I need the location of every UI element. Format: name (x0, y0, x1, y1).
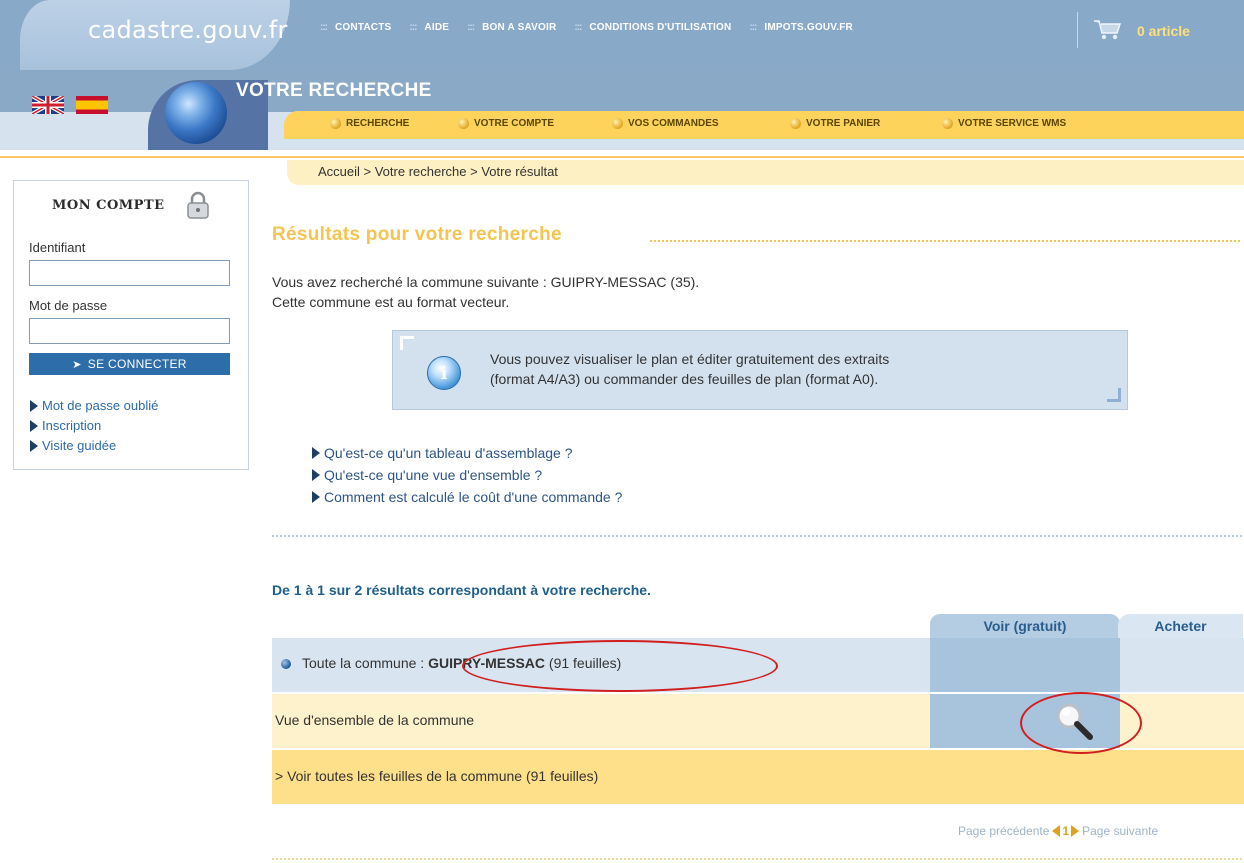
link-label: Inscription (42, 418, 102, 433)
title-underline (650, 240, 1240, 242)
topnav-label: IMPOTS.GOUV.FR (764, 22, 853, 33)
subnav-service-wms[interactable]: VOTRE SERVICE WMS (942, 118, 1066, 129)
cart-divider (1077, 12, 1078, 48)
subnav-label: VOTRE COMPTE (474, 118, 555, 129)
subnav-vos-commandes[interactable]: VOS COMMANDES (612, 118, 719, 129)
page-title: Résultats pour votre recherche (272, 224, 562, 245)
dots-icon: ::: (409, 22, 417, 33)
faq-label: Qu'est-ce qu'un tableau d'assemblage ? (324, 445, 573, 461)
globe-icon (165, 82, 227, 144)
overview-label: Vue d'ensemble de la commune (275, 712, 475, 728)
header-divider (0, 156, 1244, 158)
identifier-input[interactable] (29, 260, 230, 286)
chevron-right-icon (312, 491, 320, 503)
annotation-circle (1020, 692, 1142, 754)
tab-voir-gratuit[interactable]: Voir (gratuit) (930, 614, 1120, 638)
faq-label: Qu'est-ce qu'une vue d'ensemble ? (324, 467, 543, 483)
site-logo[interactable]: cadastre.gouv.fr (88, 16, 288, 44)
all-sheets-link[interactable]: > Voir toutes les feuilles de la commune… (275, 768, 598, 784)
info-box-corner (400, 336, 414, 350)
subnav-votre-compte[interactable]: VOTRE COMPTE (458, 118, 554, 129)
subnav-label: VOTRE PANIER (806, 118, 881, 129)
bullet-icon (612, 118, 623, 129)
cart-count[interactable]: 0 article (1137, 23, 1190, 39)
subnav-label: VOS COMMANDES (628, 118, 719, 129)
section-title: VOTRE RECHERCHE (236, 80, 432, 101)
bullet-icon (942, 118, 953, 129)
subnav-label: RECHERCHE (346, 118, 410, 129)
lock-icon (187, 191, 209, 219)
subnav-recherche[interactable]: RECHERCHE (330, 118, 409, 129)
chevron-right-icon (312, 469, 320, 481)
password-label: Mot de passe (29, 298, 108, 313)
account-title: MON COMPTE (52, 198, 165, 213)
login-button-label: SE CONNECTER (87, 357, 187, 371)
current-page[interactable]: 1 (1062, 824, 1069, 838)
topnav-label: BON A SAVOIR (482, 22, 557, 33)
commune-prefix: Toute la commune : (302, 655, 429, 671)
dots-icon: ::: (749, 22, 757, 33)
faq-link-cout[interactable]: Comment est calculé le coût d'une comman… (312, 489, 622, 505)
subnav-label: VOTRE SERVICE WMS (958, 118, 1067, 129)
bullet-icon (458, 118, 469, 129)
spanish-flag-icon[interactable] (76, 96, 108, 114)
cart-icon[interactable] (1092, 17, 1122, 41)
results-count: De 1 à 1 sur 2 résultats correspondant à… (272, 582, 651, 598)
info-line: (format A4/A3) ou commander des feuilles… (490, 371, 879, 387)
voir-cell (930, 638, 1120, 692)
bullet-icon (790, 118, 801, 129)
topnav-label: AIDE (424, 22, 450, 33)
annotation-circle (462, 640, 778, 692)
bottom-separator (272, 858, 1242, 860)
topnav-bon-a-savoir[interactable]: ::: BON A SAVOIR (467, 22, 556, 33)
chevron-left-icon[interactable] (1052, 825, 1061, 837)
info-box-corner (1107, 388, 1121, 402)
faq-link-vue-ensemble[interactable]: Qu'est-ce qu'une vue d'ensemble ? (312, 467, 542, 483)
sub-navigation-bar (284, 111, 1244, 139)
info-text: Vous pouvez visualiser le plan et éditer… (490, 349, 889, 389)
login-button[interactable]: ➤ SE CONNECTER (29, 353, 230, 375)
link-label: Visite guidée (42, 438, 117, 453)
info-line: Vous pouvez visualiser le plan et éditer… (490, 351, 890, 367)
format-info: Cette commune est au format vecteur. (272, 294, 510, 310)
password-input[interactable] (29, 318, 230, 344)
section-separator (272, 535, 1242, 537)
info-icon: i (427, 356, 461, 390)
faq-link-assemblage[interactable]: Qu'est-ce qu'un tableau d'assemblage ? (312, 445, 573, 461)
pagination: Page précédente 1 Page suivante (958, 824, 1158, 838)
bullet-icon (330, 118, 341, 129)
english-flag-icon[interactable] (32, 96, 64, 114)
topnav-label: CONDITIONS D'UTILISATION (589, 22, 732, 33)
faq-label: Comment est calculé le coût d'une comman… (324, 489, 623, 505)
guided-tour-link[interactable]: Visite guidée (30, 438, 116, 453)
previous-page-link[interactable]: Page précédente (958, 824, 1049, 838)
chevron-right-icon (30, 399, 38, 412)
link-label: Mot de passe oublié (42, 398, 159, 413)
topnav-label: CONTACTS (335, 22, 392, 33)
forgot-password-link[interactable]: Mot de passe oublié (30, 398, 158, 413)
chevron-right-icon (312, 447, 320, 459)
next-page-link[interactable]: Page suivante (1082, 824, 1158, 838)
subnav-votre-panier[interactable]: VOTRE PANIER (790, 118, 880, 129)
topnav-aide[interactable]: ::: AIDE (409, 22, 449, 33)
topnav-contacts[interactable]: ::: CONTACTS (320, 22, 391, 33)
breadcrumb[interactable]: Accueil > Votre recherche > Votre résult… (318, 164, 558, 179)
topnav-conditions[interactable]: ::: CONDITIONS D'UTILISATION (574, 22, 731, 33)
bullet-icon (281, 659, 291, 669)
identifier-label: Identifiant (29, 240, 86, 255)
top-navigation: ::: CONTACTS ::: AIDE ::: BON A SAVOIR ::: C… (320, 22, 871, 33)
dots-icon: ::: (467, 22, 475, 33)
chevron-right-icon[interactable] (1071, 825, 1080, 837)
dots-icon: ::: (574, 22, 582, 33)
dots-icon: ::: (320, 22, 328, 33)
topnav-impots[interactable]: ::: IMPOTS.GOUV.FR (749, 22, 853, 33)
chevron-right-icon (30, 439, 38, 452)
search-summary: Vous avez recherché la commune suivante … (272, 274, 700, 290)
chevron-right-icon (30, 419, 38, 432)
chevron-right-icon: ➤ (72, 358, 82, 371)
tab-acheter[interactable]: Acheter (1118, 614, 1243, 638)
register-link[interactable]: Inscription (30, 418, 101, 433)
